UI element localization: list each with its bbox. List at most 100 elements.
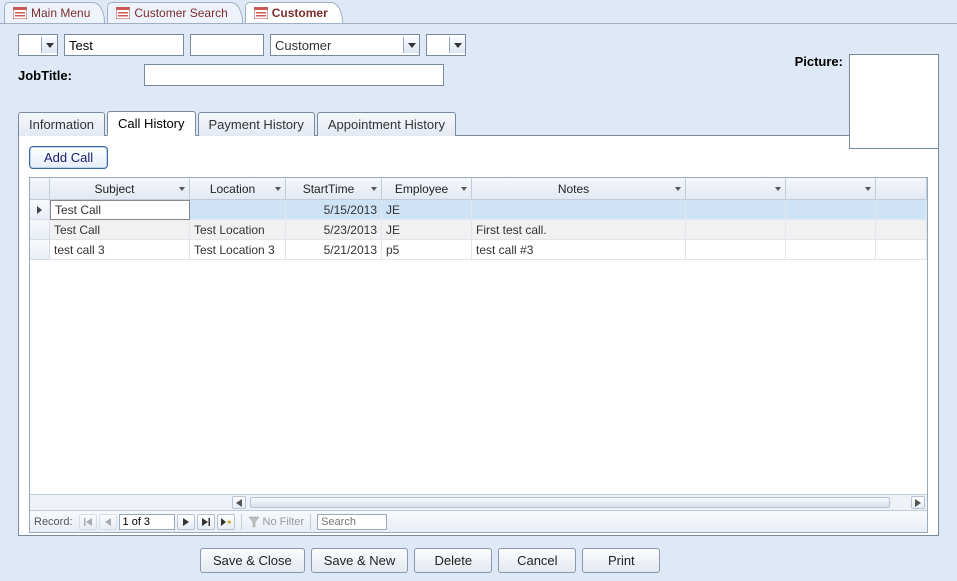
col-header-employee[interactable]: Employee <box>382 178 472 199</box>
cell-blank[interactable] <box>786 200 876 220</box>
scrollbar-thumb[interactable] <box>250 497 890 508</box>
cell-location[interactable] <box>190 200 286 220</box>
nav-search-input[interactable] <box>317 514 387 530</box>
datasheet-body: Test Call 5/15/2013 JE Test Call Test Lo… <box>30 200 927 494</box>
cell-subject[interactable]: test call 3 <box>50 240 190 260</box>
picture-label: Picture: <box>795 54 843 69</box>
col-header-subject[interactable]: Subject <box>50 178 190 199</box>
subtab-call-history[interactable]: Call History <box>107 111 195 136</box>
last-name-combo[interactable]: Customer <box>270 34 420 56</box>
cell-location[interactable]: Test Location 3 <box>190 240 286 260</box>
filter-indicator[interactable]: No Filter <box>248 516 305 528</box>
table-row[interactable]: test call 3 Test Location 3 5/21/2013 p5… <box>30 240 927 260</box>
chevron-down-icon <box>775 187 781 191</box>
cell-starttime[interactable]: 5/23/2013 <box>286 220 382 240</box>
cell-blank[interactable] <box>786 240 876 260</box>
cell-starttime[interactable]: 5/15/2013 <box>286 200 382 220</box>
record-label: Record: <box>34 516 73 528</box>
print-button[interactable]: Print <box>582 548 660 573</box>
subtab-information[interactable]: Information <box>18 112 105 136</box>
nav-first-button[interactable] <box>79 514 97 530</box>
record-position-input[interactable] <box>119 514 175 530</box>
form-icon <box>254 7 268 19</box>
table-row[interactable]: Test Call 5/15/2013 JE <box>30 200 927 220</box>
cell-notes[interactable] <box>472 200 686 220</box>
nav-new-button[interactable]: ✶ <box>217 514 235 530</box>
current-record-icon <box>37 206 42 214</box>
last-name-value: Customer <box>275 38 399 53</box>
delete-button[interactable]: Delete <box>414 548 492 573</box>
cell-notes[interactable]: First test call. <box>472 220 686 240</box>
action-button-bar: Save & Close Save & New Delete Cancel Pr… <box>0 542 957 581</box>
col-header-notes[interactable]: Notes <box>472 178 686 199</box>
save-new-button[interactable]: Save & New <box>311 548 409 573</box>
first-name-input[interactable] <box>64 34 184 56</box>
chevron-down-icon <box>461 187 467 191</box>
doc-tab-customer-search[interactable]: Customer Search <box>107 2 242 23</box>
doc-tab-main-menu[interactable]: Main Menu <box>4 2 105 23</box>
job-title-label: JobTitle: <box>18 68 138 83</box>
prefix-combo[interactable] <box>18 34 58 56</box>
subtab-appointment-history[interactable]: Appointment History <box>317 112 456 136</box>
scroll-left-icon[interactable] <box>232 496 246 509</box>
cell-blank[interactable] <box>876 240 927 260</box>
doc-tab-customer[interactable]: Customer <box>245 2 343 23</box>
filter-icon <box>248 516 260 528</box>
document-tab-strip: Main Menu Customer Search Customer <box>0 0 957 24</box>
picture-section: Picture: <box>795 54 939 149</box>
job-title-input[interactable] <box>144 64 444 86</box>
row-selector[interactable] <box>30 200 50 220</box>
cell-blank[interactable] <box>876 200 927 220</box>
record-navigator: Record: ✶ No Filter <box>30 510 927 532</box>
cell-employee[interactable]: JE <box>382 220 472 240</box>
cell-blank[interactable] <box>686 200 786 220</box>
chevron-down-icon <box>275 187 281 191</box>
suffix-combo[interactable] <box>426 34 466 56</box>
cell-employee[interactable]: JE <box>382 200 472 220</box>
col-header-blank[interactable] <box>876 178 927 199</box>
cell-subject[interactable]: Test Call <box>50 200 190 220</box>
doc-tab-label: Customer <box>272 5 328 21</box>
chevron-down-icon <box>675 187 681 191</box>
call-history-panel: Add Call Subject Location StartTime Empl… <box>18 136 939 536</box>
col-header-blank[interactable] <box>686 178 786 199</box>
row-selector[interactable] <box>30 240 50 260</box>
select-all-corner[interactable] <box>30 178 50 199</box>
datasheet-empty-area <box>30 260 927 494</box>
cell-notes[interactable]: test call #3 <box>472 240 686 260</box>
col-header-location[interactable]: Location <box>190 178 286 199</box>
col-header-blank[interactable] <box>786 178 876 199</box>
datasheet-header: Subject Location StartTime Employee Note… <box>30 178 927 200</box>
cell-blank[interactable] <box>686 240 786 260</box>
scroll-right-icon[interactable] <box>911 496 925 509</box>
col-header-starttime[interactable]: StartTime <box>286 178 382 199</box>
cell-location[interactable]: Test Location <box>190 220 286 240</box>
svg-text:✶: ✶ <box>226 518 231 526</box>
cancel-button[interactable]: Cancel <box>498 548 576 573</box>
row-selector[interactable] <box>30 220 50 240</box>
chevron-down-icon <box>371 187 377 191</box>
cell-blank[interactable] <box>786 220 876 240</box>
table-row[interactable]: Test Call Test Location 5/23/2013 JE Fir… <box>30 220 927 240</box>
nav-last-button[interactable] <box>197 514 215 530</box>
chevron-down-icon[interactable] <box>403 37 419 53</box>
chevron-down-icon <box>865 187 871 191</box>
nav-next-button[interactable] <box>177 514 195 530</box>
save-close-button[interactable]: Save & Close <box>200 548 305 573</box>
subtab-payment-history[interactable]: Payment History <box>198 112 315 136</box>
cell-employee[interactable]: p5 <box>382 240 472 260</box>
cell-blank[interactable] <box>686 220 786 240</box>
picture-placeholder[interactable] <box>849 54 939 149</box>
nav-prev-button[interactable] <box>99 514 117 530</box>
chevron-down-icon[interactable] <box>449 37 465 53</box>
middle-name-input[interactable] <box>190 34 264 56</box>
form-icon <box>13 7 27 19</box>
add-call-button[interactable]: Add Call <box>29 146 108 169</box>
call-datasheet: Subject Location StartTime Employee Note… <box>29 177 928 533</box>
cell-blank[interactable] <box>876 220 927 240</box>
separator <box>241 514 242 530</box>
cell-starttime[interactable]: 5/21/2013 <box>286 240 382 260</box>
chevron-down-icon[interactable] <box>41 37 57 53</box>
cell-subject[interactable]: Test Call <box>50 220 190 240</box>
horizontal-scrollbar[interactable] <box>30 494 927 510</box>
